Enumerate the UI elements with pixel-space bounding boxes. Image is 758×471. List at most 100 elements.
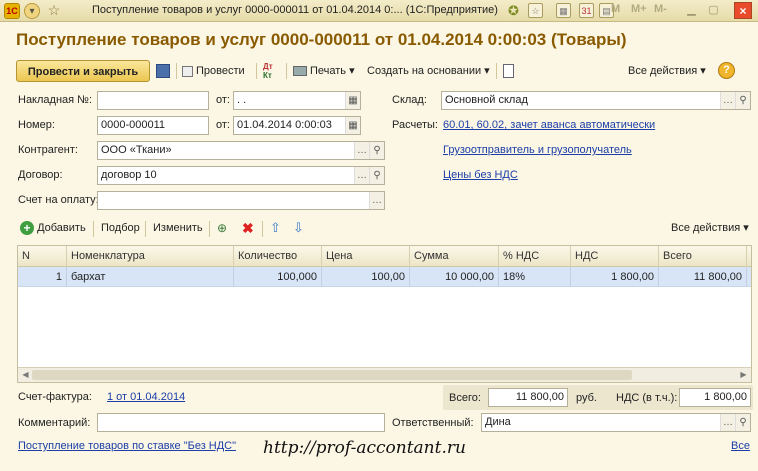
cell-price[interactable]: 100,00 — [322, 267, 410, 287]
responsible-field[interactable]: Дина … ⚲ — [481, 413, 751, 432]
cell-total[interactable]: 11 800,00 — [659, 267, 747, 287]
warehouse-field[interactable]: Основной склад … ⚲ — [441, 91, 751, 110]
counterparty-field[interactable]: ООО «Ткани» … ⚲ — [97, 141, 385, 160]
all-link[interactable]: Все — [731, 440, 750, 452]
toolbar-divider — [286, 63, 287, 79]
number-field[interactable]: 0000-000011 — [97, 116, 209, 135]
payment-account-label: Счет на оплату: — [18, 194, 99, 206]
create-based-on-label: Создать на основании — [367, 65, 482, 77]
invoice-label: Накладная №: — [18, 94, 93, 106]
column-header-vat[interactable]: НДС — [571, 246, 659, 267]
memory-plus-button[interactable]: M+ — [631, 3, 647, 15]
settlements-link[interactable]: 60.01, 60.02, зачет аванса автоматически — [443, 119, 655, 131]
comment-label: Комментарий: — [18, 417, 91, 429]
add-row-button[interactable]: + Добавить — [20, 219, 86, 237]
receipt-without-vat-link[interactable]: Поступление товаров по ставке "Без НДС" — [18, 440, 236, 452]
all-actions-button[interactable]: Все действия ▾ — [628, 60, 706, 82]
favorites-add-icon[interactable]: ✪ — [506, 3, 521, 18]
post-button[interactable]: Провести — [182, 60, 245, 82]
link-icon[interactable]: ☆ — [528, 3, 543, 18]
move-up-icon[interactable]: ⇧ — [270, 219, 281, 237]
maximize-icon[interactable]: ▢ — [706, 3, 721, 18]
minimize-icon[interactable]: ▁ — [684, 3, 699, 18]
favorite-star-icon[interactable]: ☆ — [46, 2, 62, 18]
app-logo-icon[interactable]: 1С — [4, 3, 20, 19]
select-ellipsis-icon[interactable]: … — [369, 192, 384, 209]
post-and-close-button[interactable]: Провести и закрыть — [16, 60, 150, 82]
select-ellipsis-icon[interactable]: … — [354, 167, 369, 184]
column-header-total[interactable]: Всего — [659, 246, 747, 267]
total-label: Всего: — [449, 392, 481, 404]
toolbar-divider — [93, 221, 94, 237]
select-ellipsis-icon[interactable]: … — [720, 92, 735, 109]
main-menu-icon[interactable]: ▾ — [24, 3, 40, 19]
scroll-left-icon[interactable]: ◀ — [19, 369, 32, 381]
column-header-quantity[interactable]: Количество — [234, 246, 322, 267]
search-icon[interactable]: ⚲ — [735, 92, 750, 109]
select-ellipsis-icon[interactable]: … — [720, 414, 735, 431]
comment-field[interactable] — [97, 413, 385, 432]
invoice-date-label: от: — [216, 94, 230, 106]
cell-vat-rate[interactable]: 18% — [499, 267, 571, 287]
goods-table[interactable]: N Номенклатура Количество Цена Сумма % Н… — [17, 245, 752, 383]
invoice-date-field[interactable]: . . ▦ — [233, 91, 361, 110]
table-row[interactable]: 1 бархат 100,000 100,00 10 000,00 18% 1 … — [18, 267, 751, 287]
add-icon: + — [20, 221, 34, 236]
invoice-date-value: . . — [237, 94, 247, 106]
horizontal-scrollbar[interactable]: ◀ ▶ — [18, 367, 751, 382]
help-button[interactable]: ? — [718, 62, 735, 79]
cell-nomenclature[interactable]: бархат — [67, 267, 234, 287]
cell-vat[interactable]: 1 800,00 — [571, 267, 659, 287]
items-all-actions-button[interactable]: Все действия ▾ — [671, 219, 749, 237]
contract-field[interactable]: договор 10 … ⚲ — [97, 166, 385, 185]
vat-total-field: 1 800,00 — [679, 388, 751, 407]
close-button[interactable]: × — [734, 2, 752, 19]
document-date-field[interactable]: 01.04.2014 0:00:03 ▦ — [233, 116, 361, 135]
column-header-price[interactable]: Цена — [322, 246, 410, 267]
search-icon[interactable]: ⚲ — [369, 142, 384, 159]
memory-button[interactable]: M — [611, 3, 620, 15]
pick-button[interactable]: Подбор — [101, 219, 140, 237]
invoice-number-field[interactable] — [97, 91, 209, 110]
scroll-right-icon[interactable]: ▶ — [737, 369, 750, 381]
cell-sum[interactable]: 10 000,00 — [410, 267, 499, 287]
post-icon — [182, 65, 193, 77]
search-icon[interactable]: ⚲ — [735, 414, 750, 431]
shipper-consignee-link[interactable]: Грузоотправитель и грузополучатель — [443, 144, 632, 156]
column-header-sum[interactable]: Сумма — [410, 246, 499, 267]
toolbar-divider — [145, 221, 146, 237]
save-button[interactable] — [156, 60, 173, 82]
cell-quantity[interactable]: 100,000 — [234, 267, 322, 287]
prices-without-vat-link[interactable]: Цены без НДС — [443, 169, 518, 181]
invoice-document-link[interactable]: 1 от 01.04.2014 — [107, 391, 185, 403]
search-icon[interactable]: ⚲ — [369, 167, 384, 184]
column-header-vat-rate[interactable]: % НДС — [499, 246, 571, 267]
report-button[interactable] — [503, 60, 517, 82]
number-label: Номер: — [18, 119, 55, 131]
move-down-icon[interactable]: ⇩ — [293, 219, 304, 237]
watermark-text: http://prof-accontant.ru — [263, 438, 466, 458]
calendar-icon[interactable]: ▦ — [345, 92, 360, 109]
invoice-document-label: Счет-фактура: — [18, 391, 92, 403]
form-toolbar: Провести и закрыть Провести Дт Кт Печать … — [16, 60, 746, 82]
delete-row-icon[interactable]: ✖ — [242, 219, 254, 237]
add-label: Добавить — [37, 222, 86, 234]
print-button[interactable]: Печать ▾ — [293, 60, 355, 82]
counterparty-label: Контрагент: — [18, 144, 78, 156]
responsible-value: Дина — [485, 416, 511, 428]
calendar-icon[interactable]: ▦ — [345, 117, 360, 134]
select-ellipsis-icon[interactable]: … — [354, 142, 369, 159]
memory-minus-button[interactable]: M- — [654, 3, 667, 15]
edit-button[interactable]: Изменить — [153, 219, 203, 237]
calculator-icon[interactable]: ▦ — [556, 3, 571, 18]
calendar-icon[interactable]: 31 — [579, 3, 594, 18]
payment-account-field[interactable]: … — [97, 191, 385, 210]
scrollbar-thumb[interactable] — [32, 370, 632, 380]
column-header-n[interactable]: N — [18, 246, 67, 267]
create-based-on-button[interactable]: Создать на основании ▾ — [367, 60, 490, 82]
column-header-nomenclature[interactable]: Номенклатура — [67, 246, 234, 267]
dt-kt-button[interactable]: Дт Кт — [263, 62, 273, 84]
contract-value: договор 10 — [101, 169, 157, 181]
number-date-label: от: — [216, 119, 230, 131]
copy-row-icon[interactable]: ⊕ — [217, 219, 227, 237]
